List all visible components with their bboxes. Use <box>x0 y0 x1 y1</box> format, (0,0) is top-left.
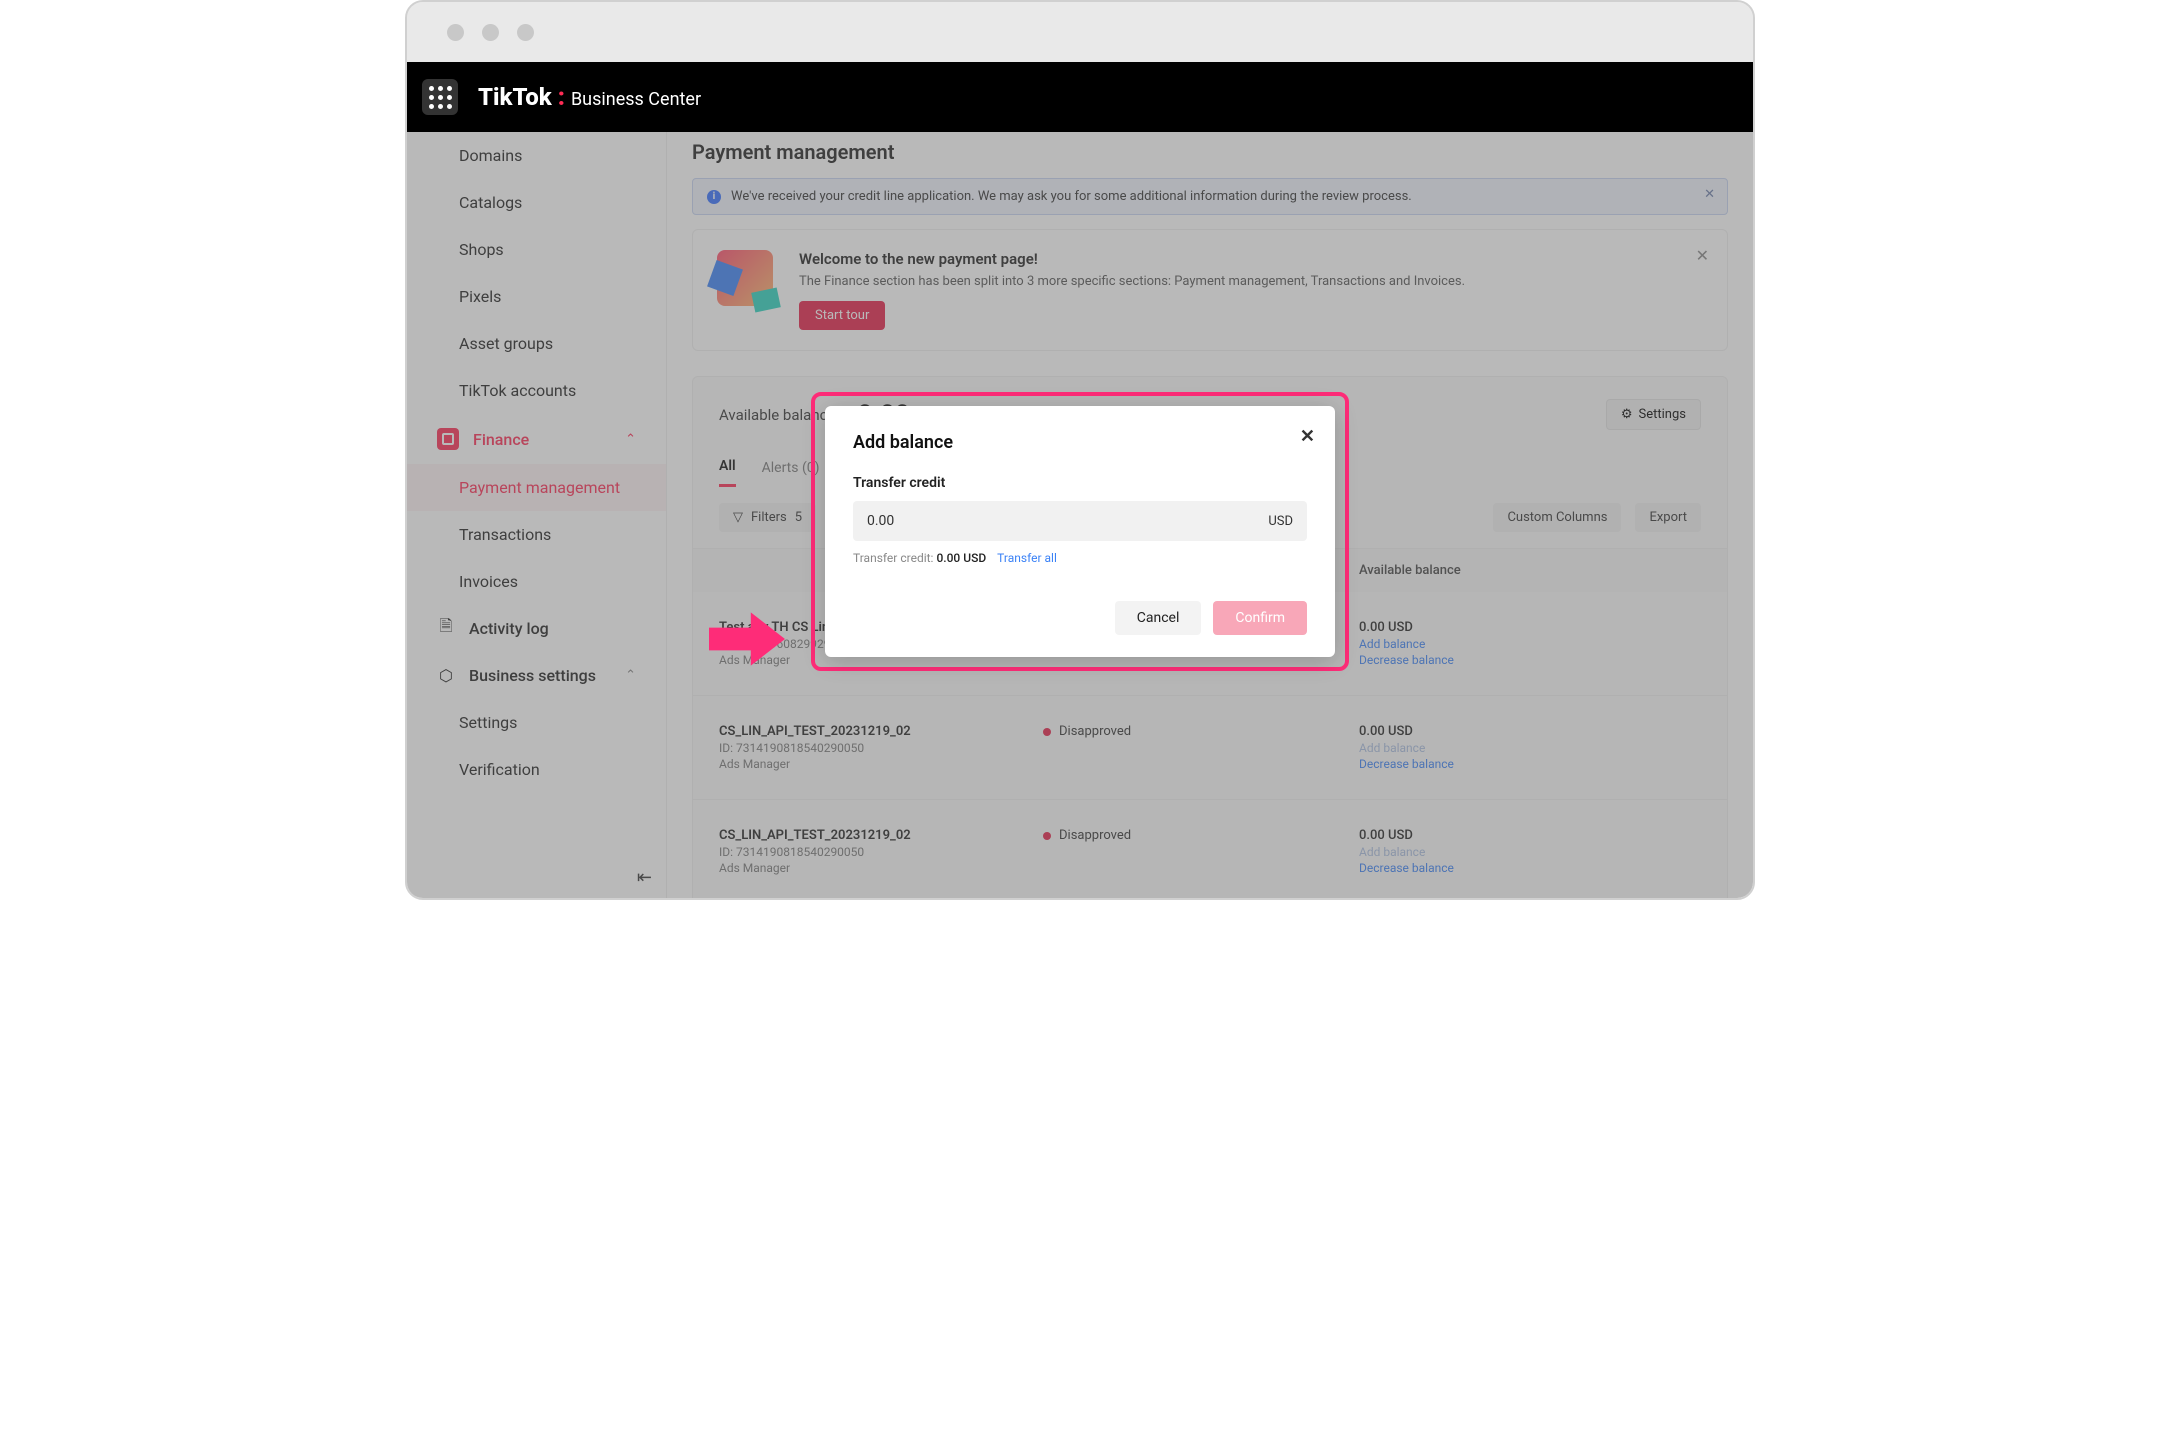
traffic-light <box>482 24 499 41</box>
transfer-credit-input-wrap: USD <box>853 501 1307 541</box>
transfer-all-link[interactable]: Transfer all <box>997 551 1057 565</box>
add-balance-modal: ✕ Add balance Transfer credit USD Transf… <box>825 406 1335 657</box>
hint-value: 0.00 USD <box>936 551 986 565</box>
apps-menu-button[interactable] <box>422 79 458 115</box>
traffic-light <box>517 24 534 41</box>
brand-logo: TikTok: Business Center <box>478 83 701 111</box>
close-icon[interactable]: ✕ <box>1300 426 1315 447</box>
modal-highlight-frame: ✕ Add balance Transfer credit USD Transf… <box>811 392 1349 671</box>
attention-arrow-icon <box>709 612 785 670</box>
brand-name: TikTok <box>478 83 552 111</box>
modal-overlay: ✕ Add balance Transfer credit USD Transf… <box>407 132 1753 898</box>
cancel-button[interactable]: Cancel <box>1115 601 1202 635</box>
brand-sub: Business Center <box>571 89 701 110</box>
modal-title: Add balance <box>853 432 1307 453</box>
confirm-button[interactable]: Confirm <box>1213 601 1307 635</box>
transfer-credit-label: Transfer credit <box>853 475 1307 491</box>
top-bar: TikTok: Business Center <box>407 62 1753 132</box>
transfer-credit-hint: Transfer credit: 0.00 USD Transfer all <box>853 551 1307 565</box>
apps-grid-icon <box>429 86 452 109</box>
hint-label: Transfer credit: <box>853 551 933 565</box>
currency-label: USD <box>1268 514 1293 529</box>
window-chrome <box>407 2 1753 62</box>
transfer-credit-input[interactable] <box>867 513 1268 529</box>
traffic-light <box>447 24 464 41</box>
